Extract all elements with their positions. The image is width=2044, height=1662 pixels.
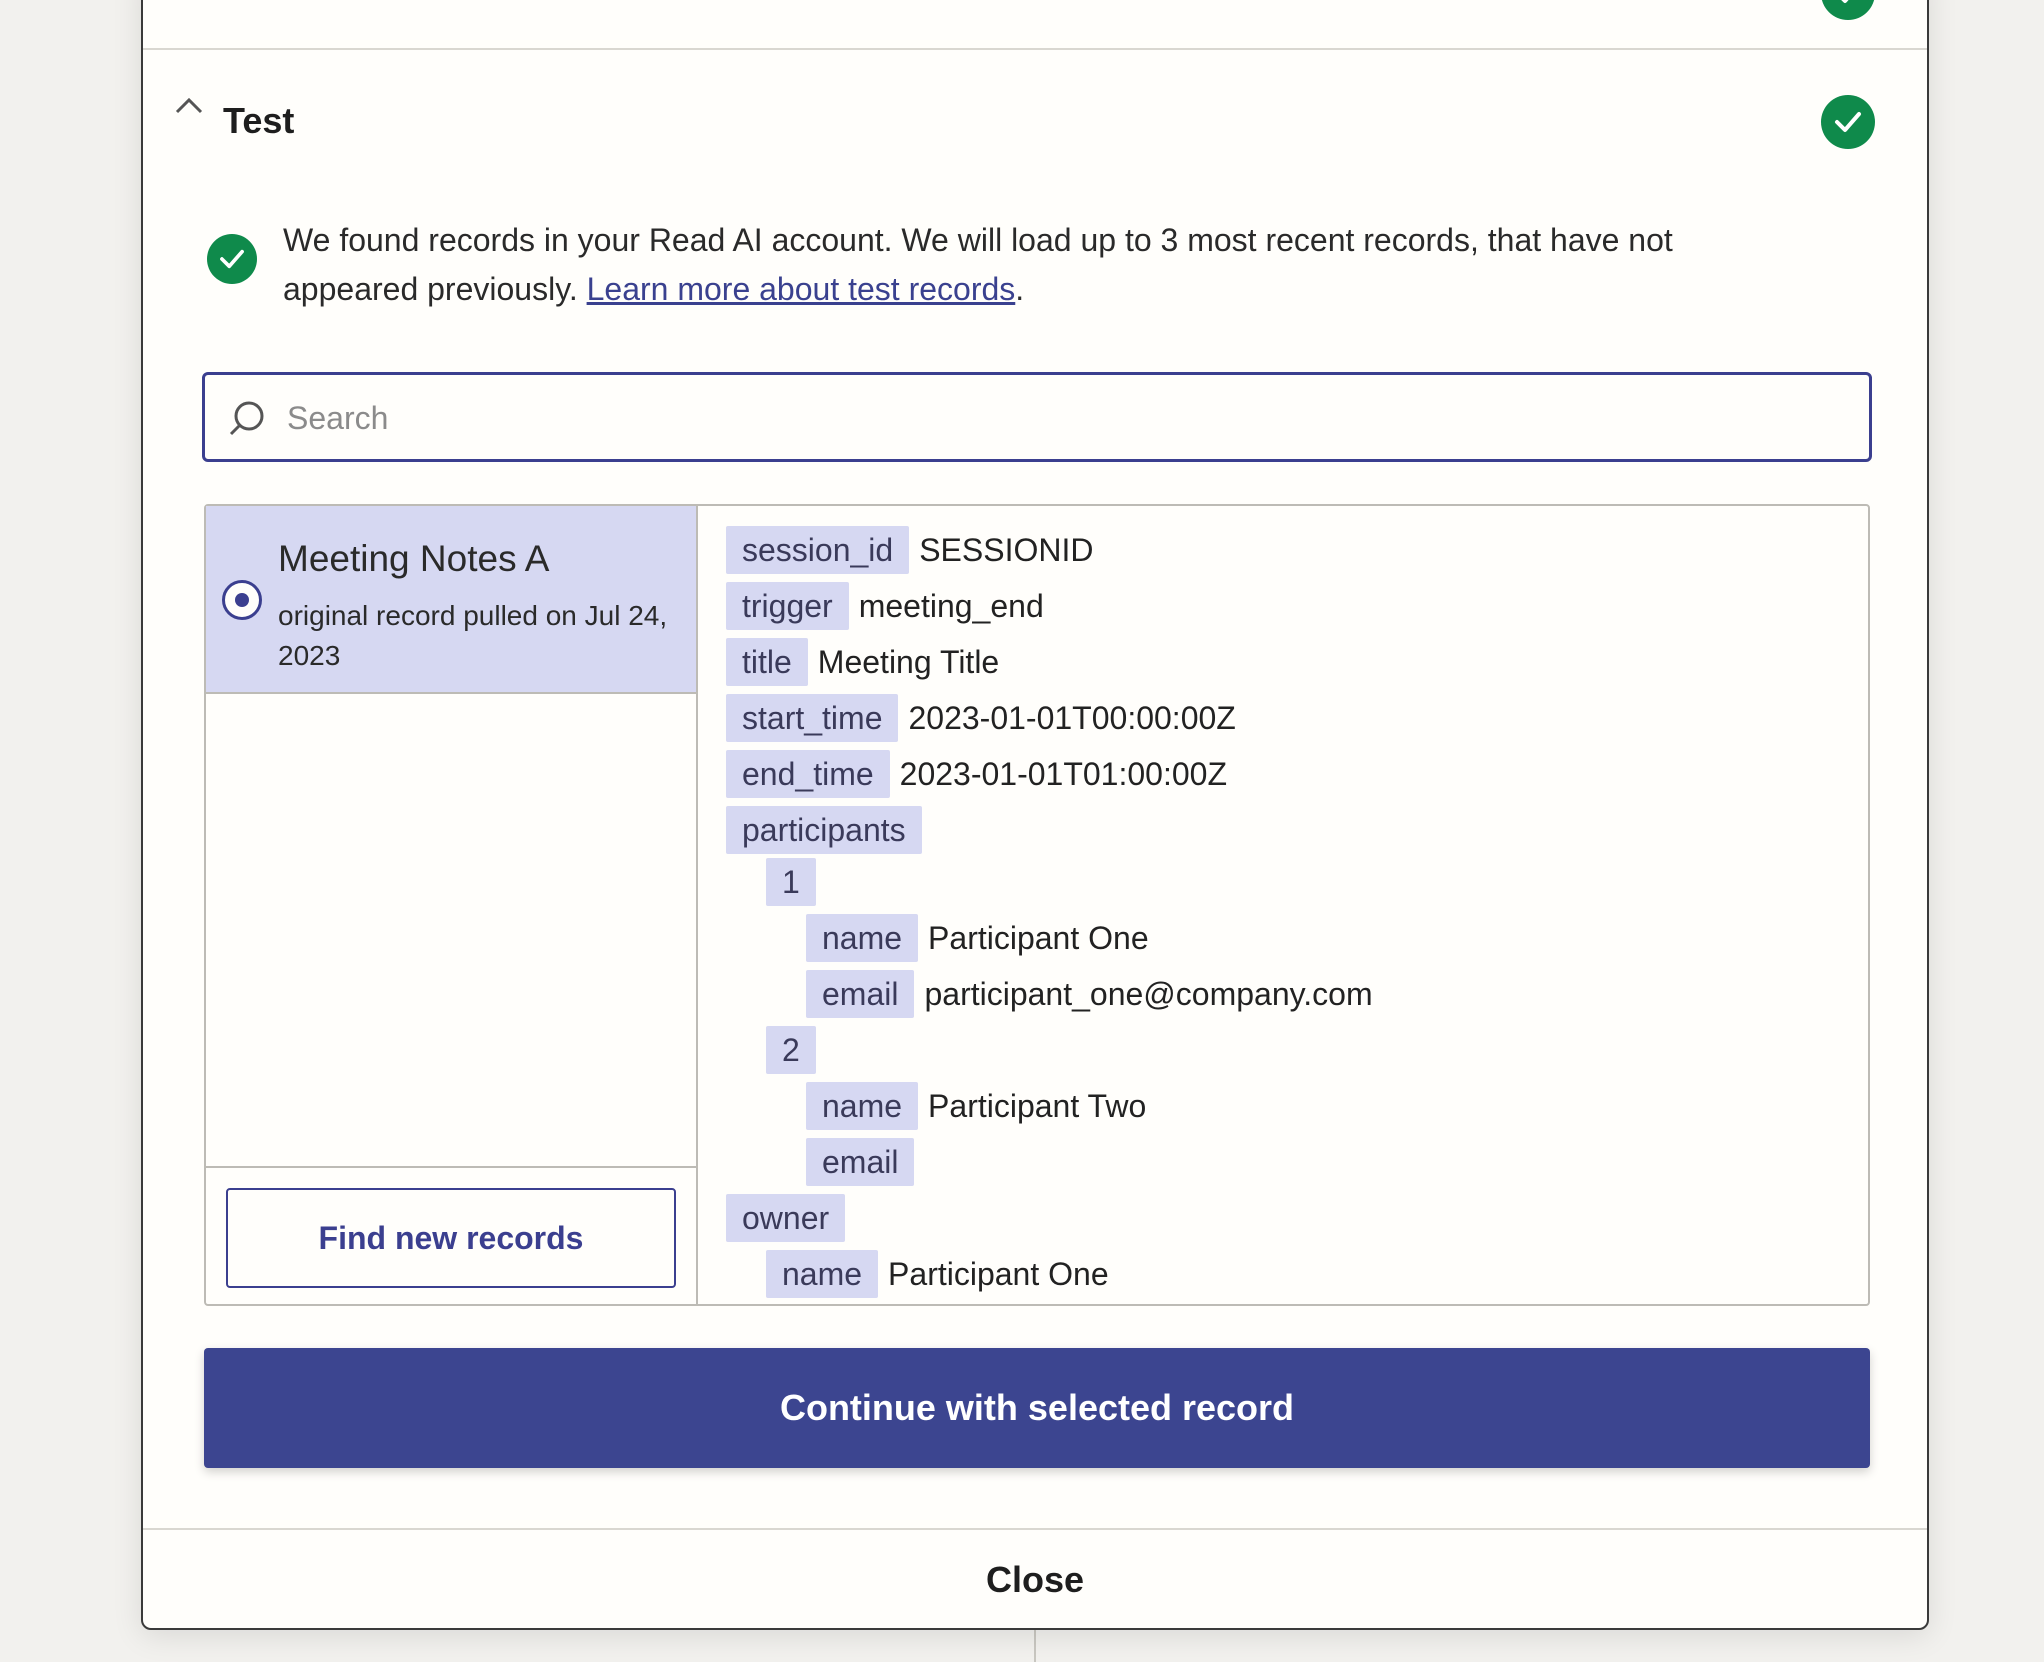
field-key: participants	[726, 806, 922, 854]
field-row: start_time 2023-01-01T00:00:00Z	[726, 694, 1236, 742]
field-row: email	[806, 1138, 915, 1186]
field-row: 2	[766, 1026, 816, 1074]
field-value: SESSIONID	[919, 531, 1094, 568]
find-new-records-button[interactable]: Find new records	[226, 1188, 676, 1288]
search-icon	[229, 401, 264, 436]
field-value: meeting_end	[858, 587, 1044, 624]
learn-more-link[interactable]: Learn more about test records	[587, 271, 1016, 307]
field-key: email	[806, 970, 915, 1018]
record-detail: session_id SESSIONID trigger meeting_end t…	[698, 506, 1868, 1304]
notice-text: We found records in your Read AI account…	[283, 216, 1783, 314]
modal-footer: Close	[143, 1528, 1927, 1630]
field-value: Meeting Title	[817, 643, 1000, 680]
field-key: 1	[766, 858, 816, 906]
field-key: name	[806, 914, 919, 962]
field-key: title	[726, 638, 808, 686]
account-complete-check-icon	[1821, 0, 1875, 20]
close-button[interactable]: Close	[143, 1530, 1927, 1630]
search-box[interactable]	[202, 372, 1872, 462]
test-section-title: Test	[223, 100, 295, 141]
field-row: name Participant Two	[806, 1082, 1146, 1130]
field-value: Participant One	[928, 919, 1149, 956]
success-check-icon	[207, 234, 257, 284]
record-list-footer: Find new records	[206, 1166, 696, 1306]
field-key: email	[806, 1138, 915, 1186]
record-name: Meeting Notes A	[278, 538, 550, 579]
field-key: trigger	[726, 582, 849, 630]
field-key: session_id	[726, 526, 910, 574]
field-row: session_id SESSIONID	[726, 526, 1093, 574]
record-subtitle: original record pulled on Jul 24, 2023	[278, 600, 668, 671]
field-key: name	[766, 1250, 879, 1298]
test-record-modal: Account Test We found records in your Re…	[141, 0, 1929, 1630]
field-value: 2023-01-01T01:00:00Z	[899, 755, 1227, 792]
field-row: end_time 2023-01-01T01:00:00Z	[726, 750, 1227, 798]
field-row: owner	[726, 1194, 846, 1242]
field-value: 2023-01-01T00:00:00Z	[908, 699, 1236, 736]
field-key: start_time	[726, 694, 899, 742]
record-radio-selected[interactable]	[222, 580, 262, 620]
account-section-header[interactable]: Account	[143, 0, 1927, 50]
field-key: name	[806, 1082, 919, 1130]
record-list: Meeting Notes A original record pulled o…	[206, 506, 698, 1304]
field-value: Participant Two	[928, 1087, 1147, 1124]
field-value: Participant One	[888, 1255, 1109, 1292]
field-key: owner	[726, 1194, 846, 1242]
field-row: name Participant One	[806, 914, 1149, 962]
field-row: email participant_one@company.com	[806, 970, 1373, 1018]
field-row: participants	[726, 806, 922, 854]
notice-period: .	[1015, 271, 1025, 307]
field-value: participant_one@company.com	[924, 975, 1373, 1012]
chevron-up-icon	[175, 97, 203, 114]
field-row: name Participant One	[766, 1250, 1109, 1298]
field-key: 2	[766, 1026, 816, 1074]
test-section-header[interactable]: Test	[143, 50, 1927, 160]
field-key: end_time	[726, 750, 890, 798]
search-input[interactable]	[285, 389, 1849, 447]
continue-with-selected-record-button[interactable]: Continue with selected record	[204, 1348, 1870, 1468]
record-item-meeting-notes-a[interactable]: Meeting Notes A original record pulled o…	[206, 506, 696, 694]
field-row: trigger meeting_end	[726, 582, 1044, 630]
records-panel: Meeting Notes A original record pulled o…	[204, 504, 1870, 1306]
test-complete-check-icon	[1821, 95, 1875, 149]
field-row: 1	[766, 858, 816, 906]
field-row: title Meeting Title	[726, 638, 999, 686]
account-section-title: Account	[223, 0, 367, 8]
